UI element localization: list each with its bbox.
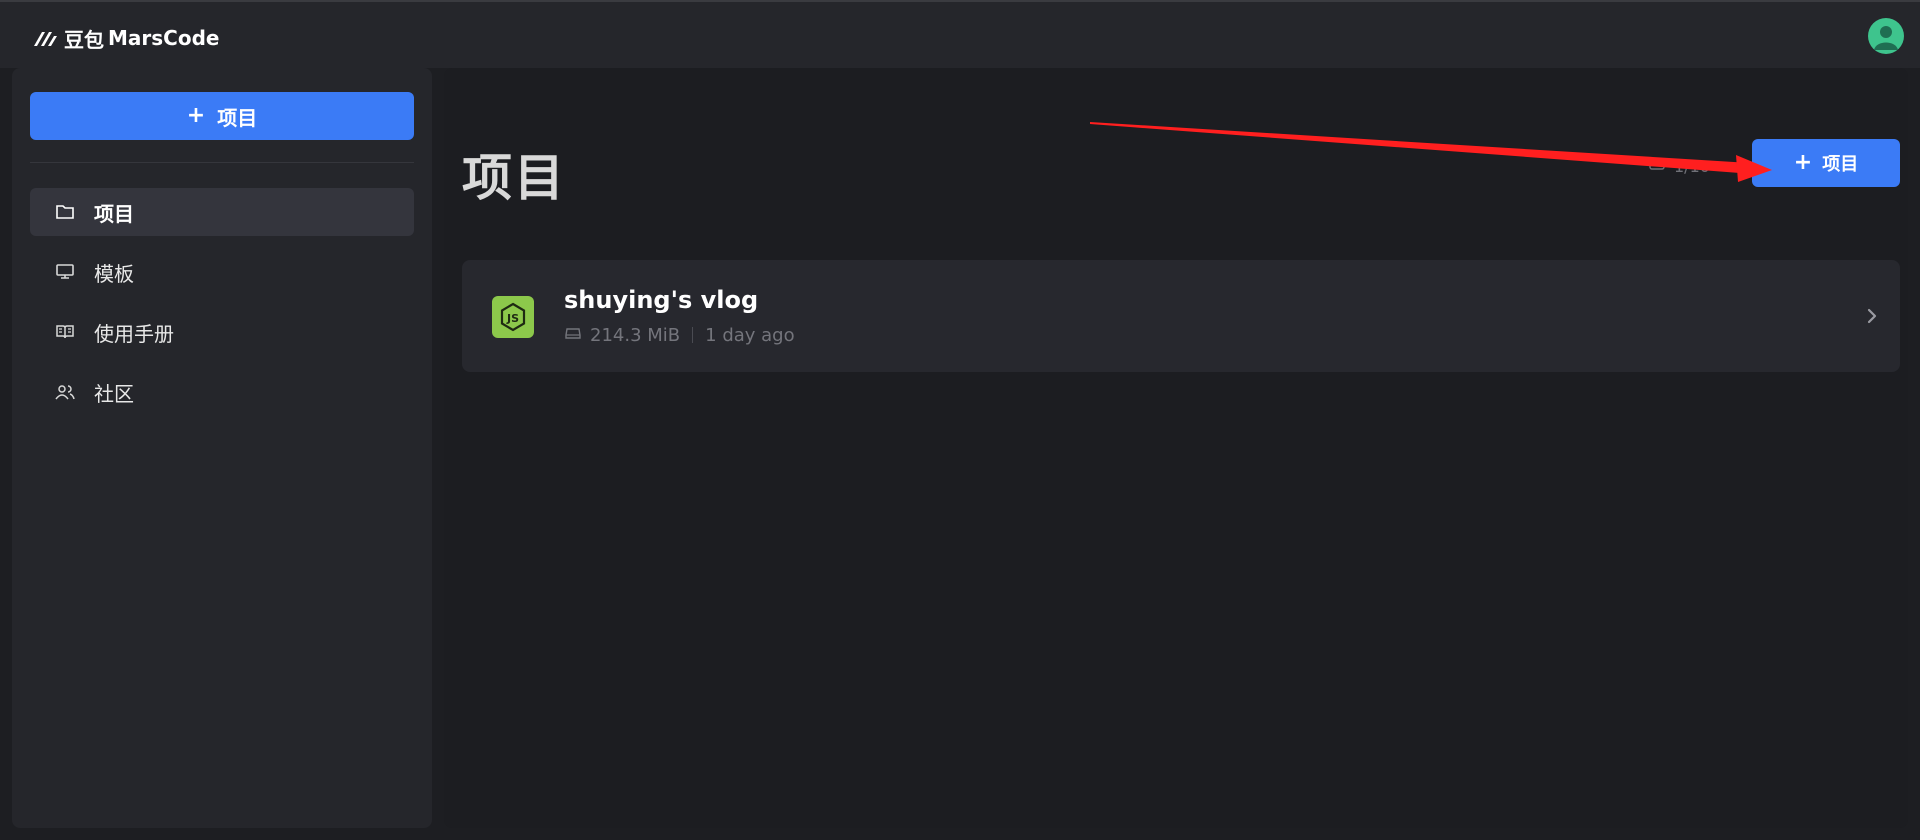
sidebar-divider <box>30 162 414 163</box>
sidebar-item-projects[interactable]: 项目 <box>30 188 414 236</box>
project-card[interactable]: JS shuying's vlog 214.3 MiB 1 day ago <box>462 260 1900 372</box>
sidebar-item-manual[interactable]: 使用手册 <box>30 308 414 356</box>
chevron-right-icon[interactable] <box>1860 304 1884 328</box>
logo-text-en: MarsCode <box>108 26 220 50</box>
sidebar-item-label: 使用手册 <box>94 321 174 346</box>
sidebar-item-label: 项目 <box>94 201 134 226</box>
sidebar: + 项目 项目 模板 使用手册 社区 <box>12 68 432 828</box>
project-count-text: 1/10 <box>1674 156 1710 176</box>
folder-icon <box>54 201 76 223</box>
project-meta: 214.3 MiB 1 day ago <box>564 324 795 346</box>
book-icon <box>54 321 76 343</box>
page-title: 项目 <box>462 149 566 207</box>
top-bar: 豆包 MarsCode <box>0 0 1920 68</box>
marscode-logo[interactable]: 豆包 MarsCode <box>32 24 219 52</box>
new-project-label: 项目 <box>1822 154 1859 175</box>
user-avatar-icon[interactable] <box>1868 18 1904 54</box>
main-content: 项目 1/10 + 项目 JS shuying's vlog 214.3 MiB… <box>444 68 1908 828</box>
monitor-icon <box>54 261 76 283</box>
sidebar-item-community[interactable]: 社区 <box>30 368 414 416</box>
new-project-button[interactable]: + 项目 <box>1752 139 1900 187</box>
disk-icon <box>564 325 582 346</box>
sidebar-item-label: 模板 <box>94 261 134 286</box>
sidebar-new-project-label: 项目 <box>217 105 258 130</box>
project-size: 214.3 MiB <box>590 324 681 346</box>
storage-icon <box>1648 156 1666 176</box>
project-count: 1/10 <box>1648 154 1710 178</box>
sidebar-new-project-button[interactable]: + 项目 <box>30 92 414 140</box>
marscode-logo-icon <box>34 32 57 46</box>
meta-separator <box>692 327 694 343</box>
nodejs-icon: JS <box>492 296 534 338</box>
project-updated: 1 day ago <box>705 324 795 346</box>
logo-text-cn: 豆包 <box>64 27 104 52</box>
sidebar-item-templates[interactable]: 模板 <box>30 248 414 296</box>
svg-text:JS: JS <box>506 312 519 325</box>
sidebar-item-label: 社区 <box>94 381 134 406</box>
plus-icon: + <box>186 103 206 128</box>
users-icon <box>54 381 76 403</box>
project-name: shuying's vlog <box>564 286 759 314</box>
plus-icon: + <box>1793 150 1813 175</box>
